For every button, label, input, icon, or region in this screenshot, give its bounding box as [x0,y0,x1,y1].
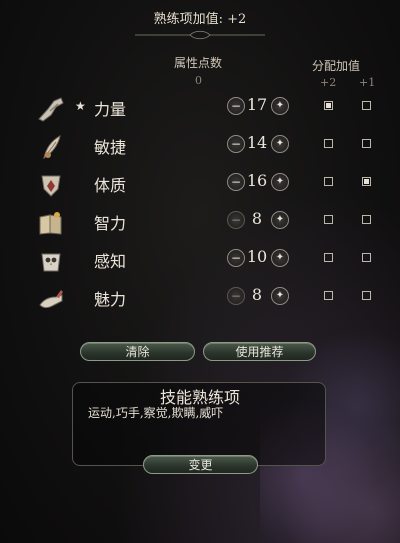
attribute-row: 智力 −8 ✦ [0,205,400,241]
bonus-plus2-checkbox[interactable] [324,177,333,186]
bonus-plus1-label: +1 [359,76,376,89]
decrease-button[interactable]: − [227,211,245,229]
attribute-value: 16 [246,171,268,190]
decrease-button[interactable]: − [227,173,245,191]
bonus-plus1-checkbox[interactable] [362,215,371,224]
bonus-plus2-checkbox[interactable] [324,253,333,262]
bonus-plus2-checkbox[interactable] [324,215,333,224]
increase-button[interactable]: ✦ [271,211,289,229]
attribute-row: 魅力 −8 ✦ [0,281,400,317]
bonus-plus1-checkbox[interactable] [362,101,371,110]
dexterity-feather-icon [34,131,68,163]
bonus-column-label: 分配加值 [312,59,361,73]
increase-button[interactable]: ✦ [271,97,289,115]
attribute-name: 体质 [94,176,127,195]
primary-ability-star-icon: ★ [75,99,86,113]
decrease-button[interactable]: − [227,97,245,115]
wisdom-owl-icon [34,245,68,277]
attribute-name: 敏捷 [94,138,127,157]
attribute-name: 力量 [94,100,127,119]
change-button[interactable]: 变更 [143,455,258,474]
bonus-plus2-checkbox[interactable] [324,101,333,110]
attribute-name: 魅力 [94,290,127,309]
attribute-row: 体质 −16 ✦ [0,167,400,203]
increase-button[interactable]: ✦ [271,135,289,153]
attribute-value: 8 [251,285,263,304]
increase-button[interactable]: ✦ [271,287,289,305]
decrease-button[interactable]: − [227,135,245,153]
attribute-row: ★ 力量 −17 ✦ [0,91,400,127]
increase-button[interactable]: ✦ [271,249,289,267]
use-recommended-button[interactable]: 使用推荐 [203,342,316,361]
attribute-row: 敏捷 −14 ✦ [0,129,400,165]
charisma-hand-icon [34,283,68,315]
attribute-name: 感知 [94,252,127,271]
title-ornament [135,30,265,40]
attribute-value: 14 [246,133,268,152]
attribute-name: 智力 [94,214,127,233]
bonus-plus2-label: +2 [320,76,337,89]
decrease-button[interactable]: − [227,287,245,305]
bonus-plus1-checkbox[interactable] [362,291,371,300]
skill-proficiency-list: 运动,巧手,察觉,欺瞒,威吓 [88,406,224,420]
attribute-value: 17 [246,95,268,114]
bonus-plus1-checkbox[interactable] [362,253,371,262]
strength-arm-icon [34,93,68,125]
clear-button[interactable]: 清除 [80,342,195,361]
constitution-shield-icon [34,169,68,201]
intelligence-book-icon [34,207,68,239]
points-column-label: 属性点数 [174,56,223,70]
bonus-plus2-checkbox[interactable] [324,139,333,148]
increase-button[interactable]: ✦ [271,173,289,191]
bonus-plus2-checkbox[interactable] [324,291,333,300]
attribute-value: 8 [251,209,263,228]
attribute-row: 感知 −10 ✦ [0,243,400,279]
bonus-plus1-checkbox[interactable] [362,177,371,186]
decrease-button[interactable]: − [227,249,245,267]
proficiency-bonus-title: 熟练项加值: +2 [153,12,247,27]
bonus-plus1-checkbox[interactable] [362,139,371,148]
points-remaining: 0 [195,74,202,87]
attribute-value: 10 [246,247,268,266]
